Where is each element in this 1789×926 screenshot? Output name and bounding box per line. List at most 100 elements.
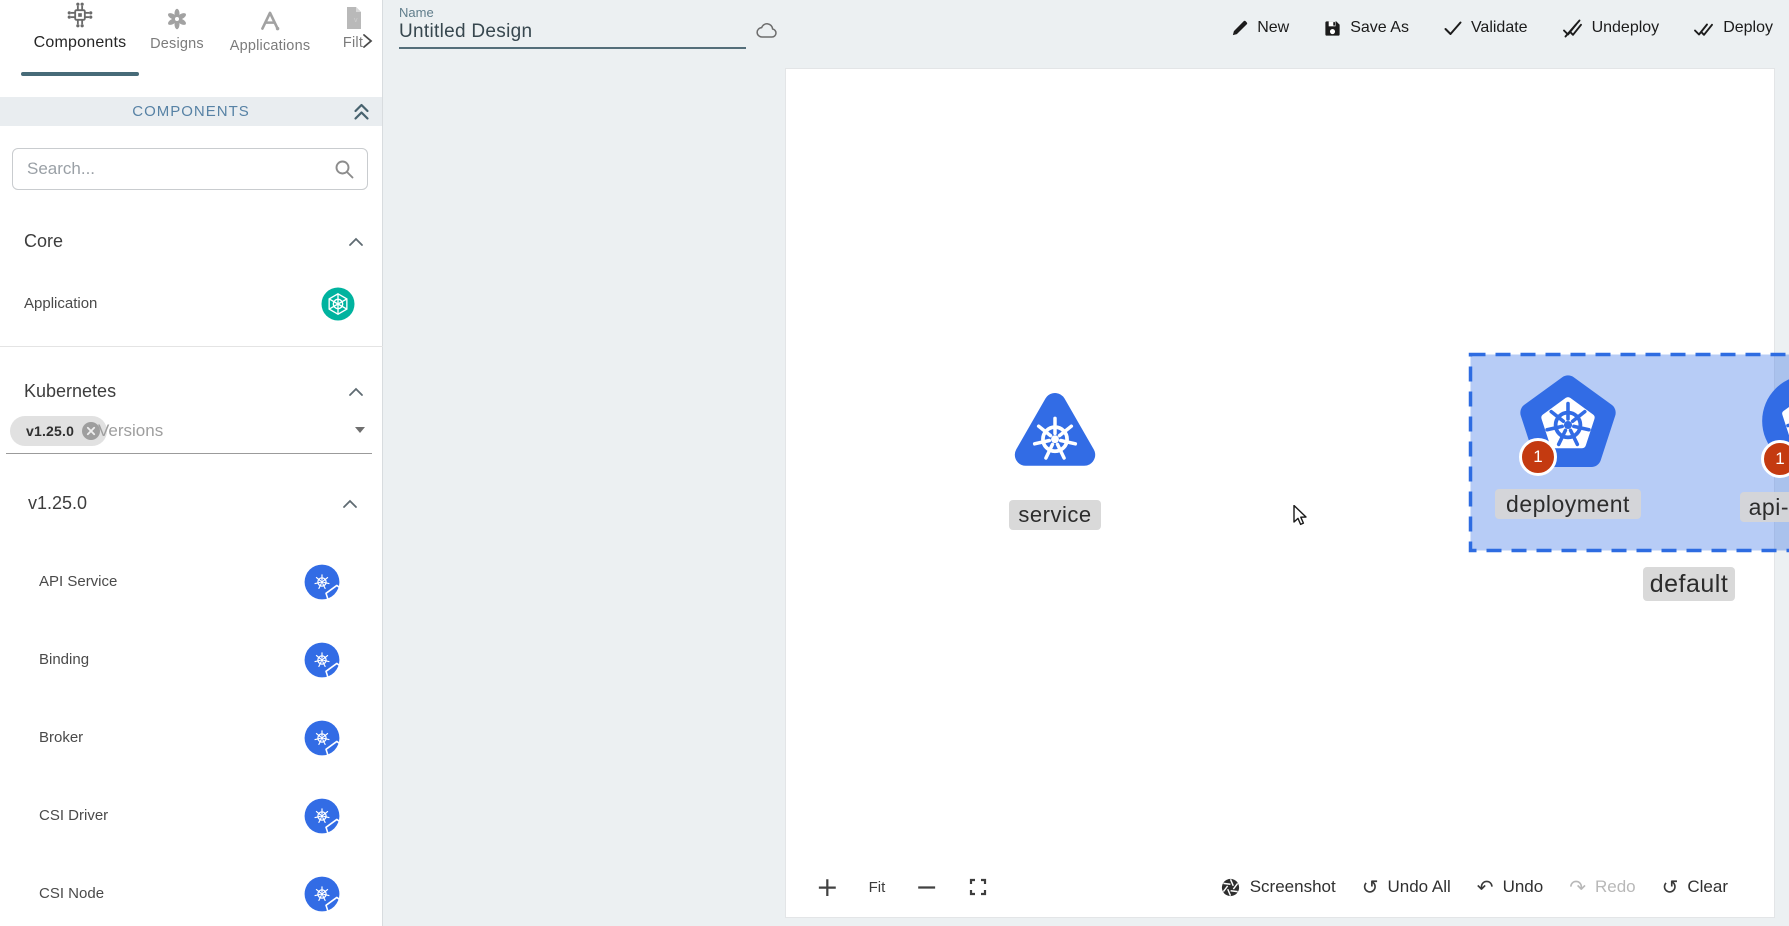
section-core[interactable]: Core: [0, 224, 382, 260]
components-sidebar: Components Designs: [0, 0, 383, 926]
kubernetes-icon: [303, 563, 341, 601]
save-as-button[interactable]: Save As: [1323, 19, 1409, 38]
section-kubernetes[interactable]: Kubernetes: [0, 374, 382, 410]
history-toolbar: Screenshot ↺ Undo All ↶ Undo ↷ Redo ↺ Cl…: [1220, 869, 1728, 905]
tab-applications-label: Applications: [222, 38, 318, 54]
section-core-title: Core: [24, 231, 63, 252]
node-api-service-label[interactable]: api-service: [1740, 492, 1789, 522]
design-name-input[interactable]: [399, 21, 729, 43]
design-actions-toolbar: New Save As Validate: [1230, 0, 1773, 56]
zoom-out-button[interactable]: −: [915, 874, 938, 901]
undo-label: Undo: [1503, 877, 1544, 897]
components-icon: [65, 0, 95, 30]
chevron-up-icon[interactable]: [348, 237, 364, 247]
select-underline: [6, 453, 372, 454]
version-chip-label: v1.25.0: [26, 423, 74, 439]
component-item-label: Broker: [39, 729, 83, 746]
tab-designs-label: Designs: [143, 36, 211, 52]
active-tab-indicator: [21, 72, 139, 76]
version-select[interactable]: v1.25.0 Versions: [0, 414, 382, 450]
collapse-panel-icon[interactable]: [353, 102, 370, 121]
zoom-toolbar: + Fit −: [816, 869, 988, 905]
undo-button[interactable]: ↶ Undo: [1477, 877, 1543, 897]
kubernetes-icon: [303, 641, 341, 679]
deploy-button-label: Deploy: [1723, 19, 1773, 37]
node-deployment-label[interactable]: deployment: [1495, 489, 1641, 519]
screenshot-button[interactable]: Screenshot: [1220, 877, 1336, 898]
clear-icon: ↺: [1662, 877, 1679, 897]
undeploy-button[interactable]: Undeploy: [1562, 19, 1660, 38]
tab-applications[interactable]: Applications: [222, 0, 318, 54]
deploy-icon: [1693, 19, 1715, 38]
sidebar-tabbar: Components Designs: [0, 0, 382, 84]
component-item-broker[interactable]: Broker: [0, 715, 382, 761]
design-workspace: Name New Save As: [383, 0, 1789, 926]
undo-all-button[interactable]: ↺ Undo All: [1362, 877, 1451, 897]
component-item-label: Application: [24, 295, 97, 312]
new-button[interactable]: New: [1230, 19, 1289, 38]
tab-components-label: Components: [18, 34, 142, 52]
applications-icon: [257, 8, 283, 34]
component-item-binding[interactable]: Binding: [0, 637, 382, 683]
divider: [0, 346, 383, 347]
version-chip[interactable]: v1.25.0: [10, 416, 107, 446]
undo-all-icon: ↺: [1362, 877, 1379, 897]
version-group-title: v1.25.0: [28, 493, 87, 514]
meshery-application-icon: [320, 286, 356, 322]
section-kubernetes-title: Kubernetes: [24, 381, 116, 402]
screenshot-aperture-icon: [1220, 877, 1241, 898]
svg-text:v: v: [354, 17, 358, 24]
tab-components[interactable]: Components: [18, 0, 142, 52]
design-canvas[interactable]: ⚙ service 1 deployment: [785, 68, 1775, 918]
node-service[interactable]: [1007, 388, 1103, 484]
chevron-up-icon[interactable]: [348, 387, 364, 397]
undeploy-icon: [1562, 19, 1584, 38]
validate-button-label: Validate: [1471, 19, 1528, 37]
screenshot-label: Screenshot: [1250, 877, 1336, 897]
save-icon: [1323, 19, 1342, 38]
component-item-label: CSI Node: [39, 885, 104, 902]
dropdown-caret-icon[interactable]: [354, 426, 366, 434]
new-button-label: New: [1257, 19, 1289, 37]
name-underline: [399, 47, 746, 49]
cloud-sync-icon: [755, 20, 779, 40]
design-name-label: Name: [399, 5, 434, 20]
component-item-api-service[interactable]: API Service: [0, 559, 382, 605]
component-item-label: API Service: [39, 573, 117, 590]
namespace-group-label[interactable]: default: [1643, 567, 1735, 601]
node-deployment-badge: 1: [1519, 438, 1557, 476]
component-search: [12, 148, 368, 190]
undo-icon: ↶: [1477, 877, 1494, 897]
validate-button[interactable]: Validate: [1443, 19, 1528, 37]
component-item-csi-node[interactable]: CSI Node: [0, 871, 382, 917]
chevron-up-icon[interactable]: [342, 499, 358, 509]
clear-button[interactable]: ↺ Clear: [1662, 877, 1728, 897]
component-item-label: CSI Driver: [39, 807, 108, 824]
section-version-group[interactable]: v1.25.0: [0, 486, 382, 522]
fullscreen-icon[interactable]: [968, 877, 988, 897]
redo-icon: ↷: [1569, 877, 1586, 897]
tabs-scroll-right-icon[interactable]: [361, 33, 374, 49]
component-item-csi-driver[interactable]: CSI Driver: [0, 793, 382, 839]
versions-placeholder: Versions: [98, 421, 163, 441]
kubernetes-icon: [303, 797, 341, 835]
filter-file-icon: v: [341, 5, 365, 31]
fit-button[interactable]: Fit: [869, 879, 886, 896]
check-icon: [1443, 19, 1463, 37]
search-icon[interactable]: [334, 159, 355, 180]
pencil-icon: [1230, 19, 1249, 38]
components-panel-header: COMPONENTS: [0, 97, 382, 126]
redo-label: Redo: [1595, 877, 1636, 897]
search-input[interactable]: [27, 149, 327, 189]
kubernetes-icon: [303, 719, 341, 757]
save-as-button-label: Save As: [1350, 19, 1409, 37]
panel-title: COMPONENTS: [132, 103, 250, 120]
node-service-label[interactable]: service: [1009, 500, 1101, 530]
deploy-button[interactable]: Deploy: [1693, 19, 1773, 38]
undo-all-label: Undo All: [1387, 877, 1450, 897]
zoom-in-button[interactable]: +: [816, 874, 839, 901]
clear-label: Clear: [1687, 877, 1728, 897]
redo-button[interactable]: ↷ Redo: [1569, 877, 1635, 897]
component-item-application[interactable]: Application: [0, 281, 382, 327]
tab-designs[interactable]: Designs: [143, 0, 211, 52]
